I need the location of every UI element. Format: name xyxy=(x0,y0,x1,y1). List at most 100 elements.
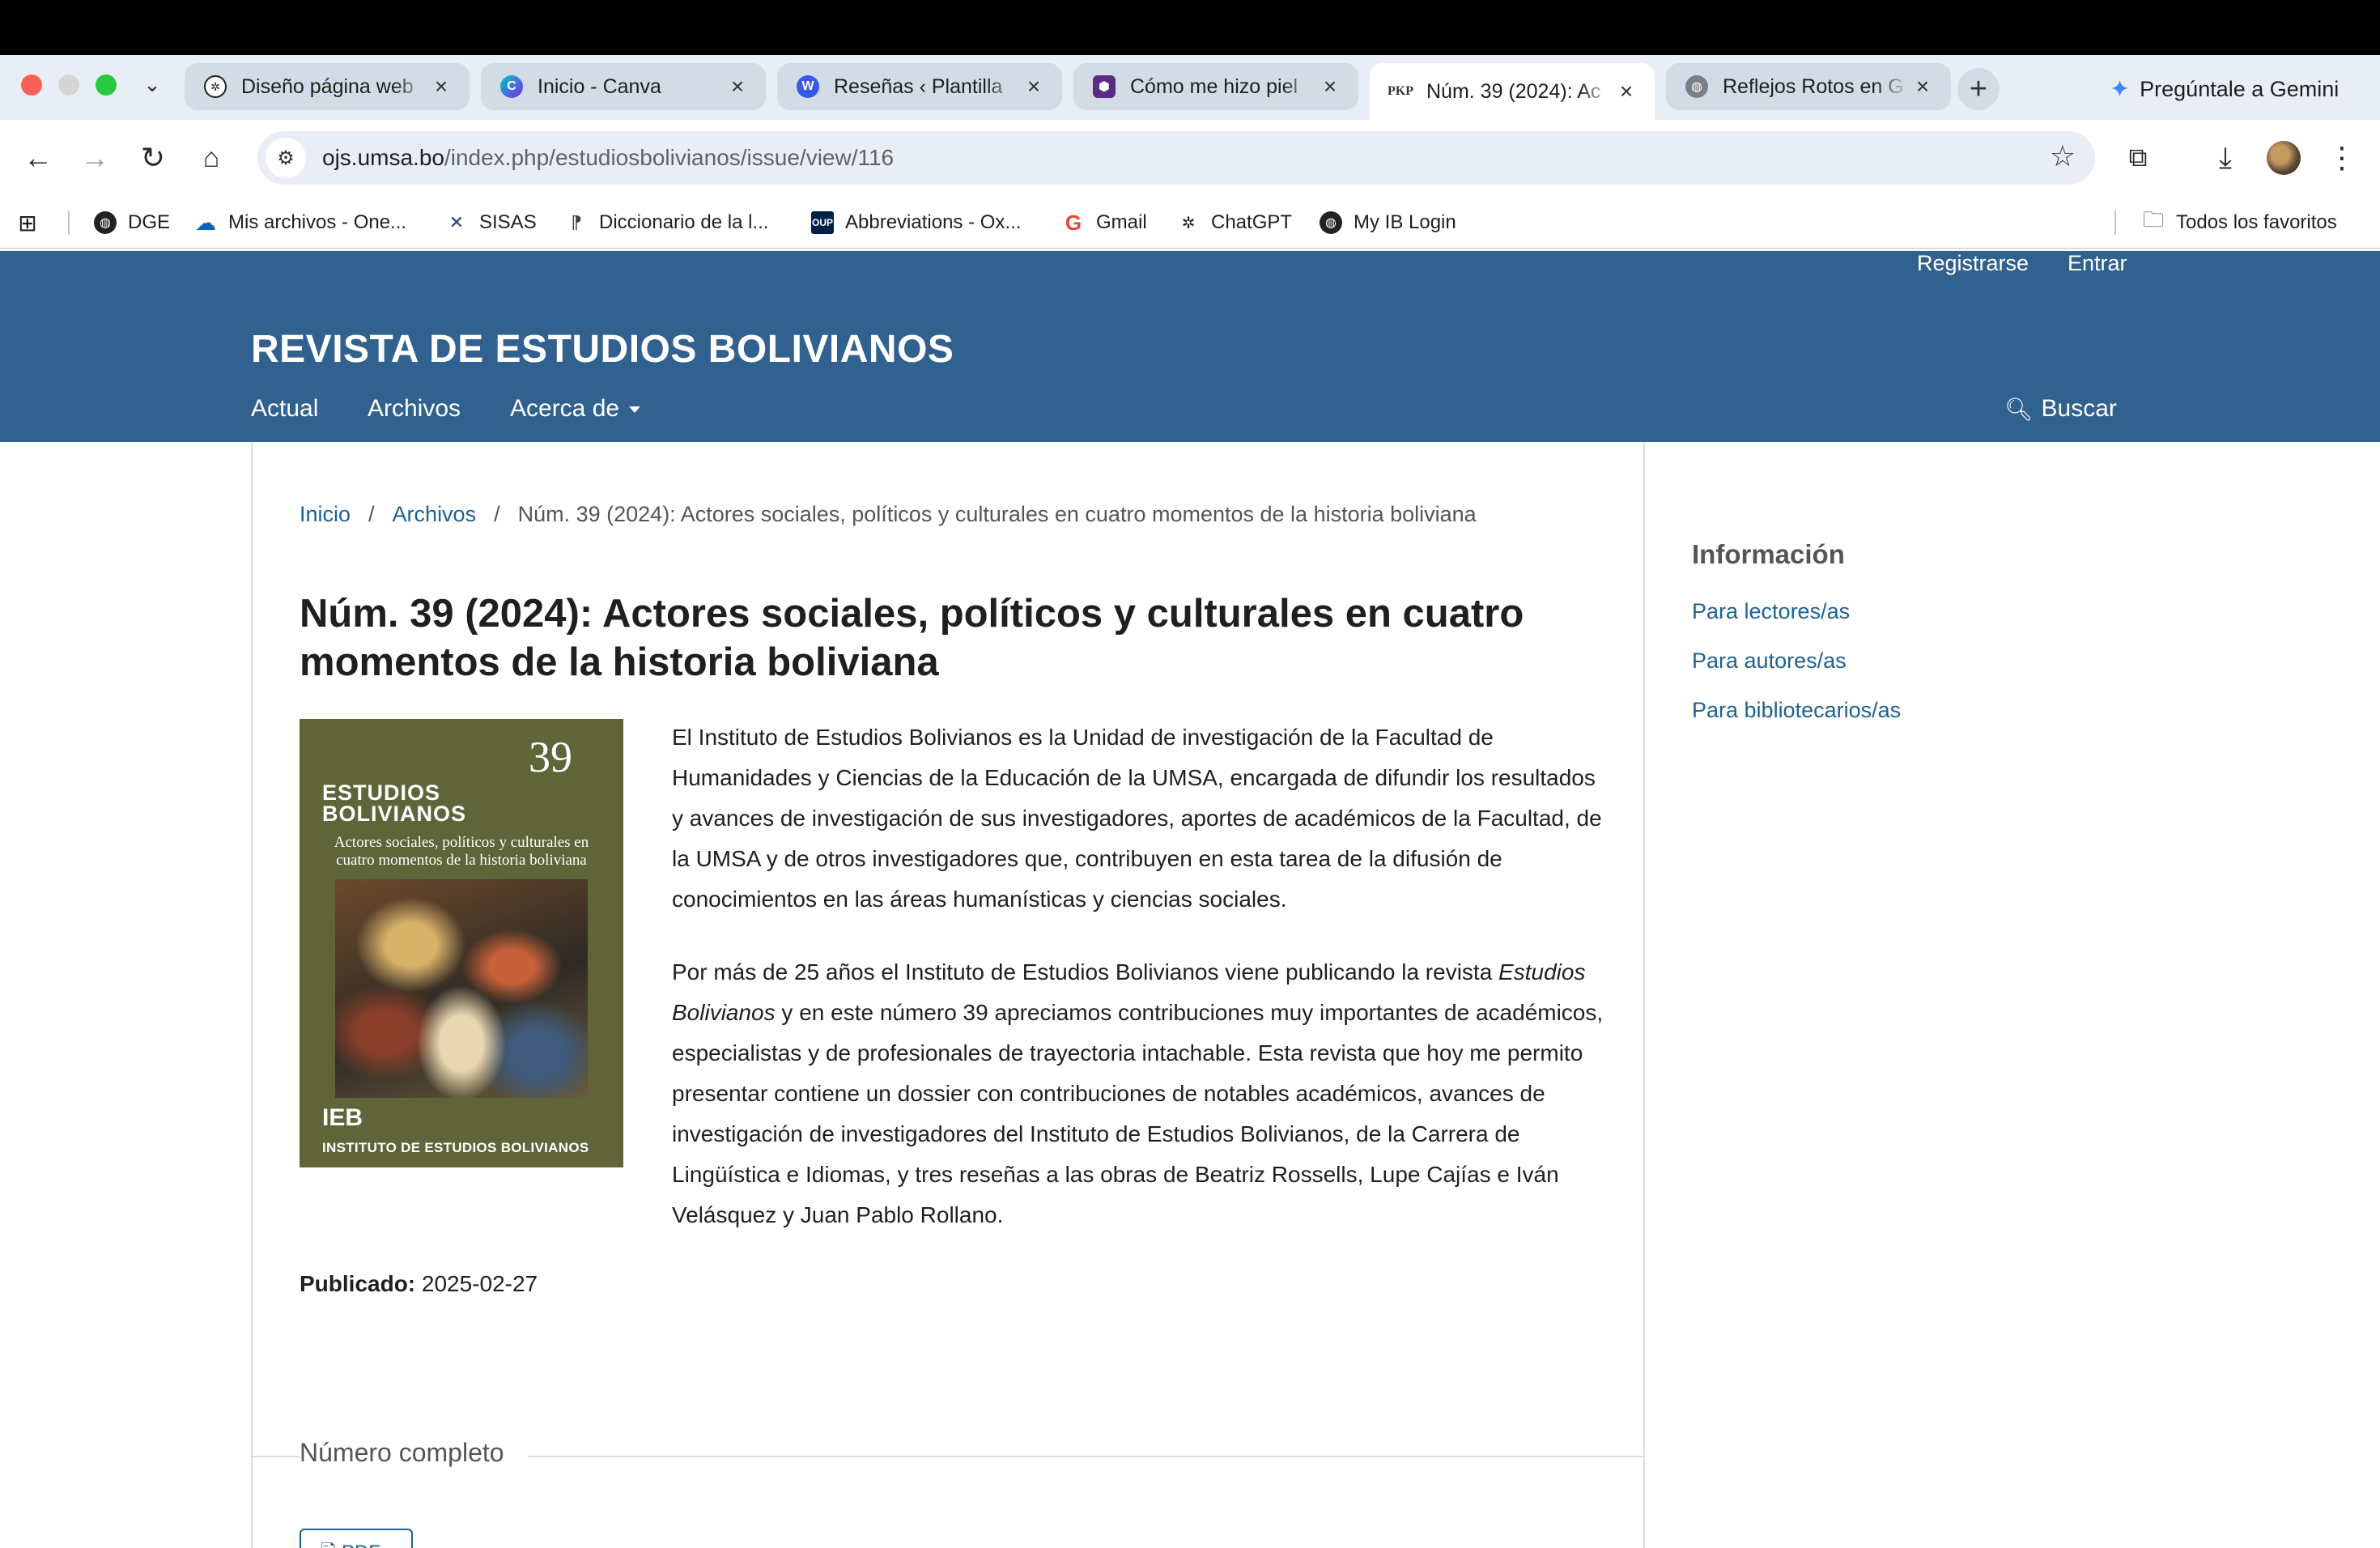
back-arrow-icon[interactable]: ← xyxy=(18,138,58,178)
tab-diseno[interactable]: ✲ Diseño página web × xyxy=(185,63,470,110)
bookmark-sisas[interactable]: ✕ SISAS xyxy=(445,207,537,238)
login-link[interactable]: Entrar xyxy=(2068,251,2127,276)
full-issue-heading: Número completo xyxy=(300,1438,529,1468)
gemini-button[interactable]: ✦ Pregúntale a Gemini xyxy=(2110,70,2339,108)
ieb-logo: IEB xyxy=(322,1104,363,1131)
rae-icon: ⁋ xyxy=(571,212,582,232)
bookmark-star-icon[interactable]: ☆ xyxy=(2050,139,2076,173)
sidebar-title: Información xyxy=(1692,539,1845,569)
breadcrumb-archives[interactable]: Archivos xyxy=(393,502,477,526)
tab-reflejos-rotos[interactable]: ◍ Reflejos Rotos en G × xyxy=(1666,63,1951,110)
window-minimize-button[interactable] xyxy=(58,74,79,96)
tab-title: Cómo me hizo piel xyxy=(1130,74,1298,98)
bookmark-gmail[interactable]: G Gmail xyxy=(1062,207,1147,238)
new-tab-button[interactable]: + xyxy=(1957,68,2000,110)
issue-description: El Instituto de Estudios Bolivianos es l… xyxy=(672,717,1611,1268)
more-menu-icon[interactable]: ⋮ xyxy=(2322,138,2362,178)
oup-icon: OUP xyxy=(811,211,834,234)
site-info-icon[interactable]: ⚙ xyxy=(266,138,306,178)
search-link[interactable]: 🔍︎ Buscar xyxy=(2004,395,2117,423)
gemini-sparkle-icon: ✦ xyxy=(2110,75,2131,103)
cover-artwork xyxy=(335,879,588,1098)
bookmark-abbreviations[interactable]: OUP Abbreviations - Ox... xyxy=(811,207,1021,238)
caret-down-icon xyxy=(629,406,641,414)
close-icon[interactable]: × xyxy=(1020,73,1048,100)
tab-num-39[interactable]: PKP Núm. 39 (2024): Ac × xyxy=(1370,63,1655,120)
site-header: Registrarse Entrar REVISTA DE ESTUDIOS B… xyxy=(0,251,2380,442)
pkp-icon: PKP xyxy=(1388,84,1413,98)
tab-title: Reseñas ‹ Plantilla xyxy=(834,74,1003,98)
tab-title: Inicio - Canva xyxy=(538,74,661,98)
sidebar-link-librarians[interactable]: Para bibliotecarios/as xyxy=(1692,698,1901,723)
globe-icon: ◍ xyxy=(94,211,117,234)
search-icon: 🔍︎ xyxy=(2004,396,2034,422)
browser-toolbar: ← → ↻ ⌂ ⚙ ojs.umsa.bo/index.php/estudios… xyxy=(0,120,2380,196)
issue-cover-image[interactable]: 39 ESTUDIOS BOLIVIANOS Actores sociales, … xyxy=(300,719,623,1167)
tab-resenas[interactable]: W Reseñas ‹ Plantilla × xyxy=(777,63,1062,110)
forward-arrow-icon[interactable]: → xyxy=(74,138,115,178)
bookmark-chatgpt[interactable]: ✲ ChatGPT xyxy=(1177,207,1292,238)
published-date: Publicado: 2025-02-27 xyxy=(300,1271,538,1296)
address-bar[interactable]: ⚙ ojs.umsa.bo/index.php/estudiosbolivian… xyxy=(257,131,2095,185)
close-icon[interactable]: × xyxy=(1909,73,1936,100)
cloud-icon: ☁ xyxy=(195,210,216,235)
openai-icon: ✲ xyxy=(204,75,227,98)
close-icon[interactable]: × xyxy=(427,73,455,100)
bookmark-onedrive[interactable]: ☁ Mis archivos - One... xyxy=(194,207,406,238)
hexagon-icon: ⬢ xyxy=(1093,75,1116,98)
tab-search-chevron-icon[interactable]: ⌄ xyxy=(138,70,167,99)
bookmark-diccionario[interactable]: ⁋ Diccionario de la l... xyxy=(565,207,768,238)
bookmark-my-ib-login[interactable]: ◍ My IB Login xyxy=(1320,207,1456,238)
download-icon[interactable]: ⤓ xyxy=(2205,138,2246,178)
issue-title: Núm. 39 (2024): Actores sociales, políti… xyxy=(300,592,1524,684)
window-zoom-button[interactable] xyxy=(96,74,117,96)
file-icon: 🗎 xyxy=(321,1542,336,1548)
os-top-bar xyxy=(0,0,2380,55)
gemini-label: Pregúntale a Gemini xyxy=(2140,76,2340,101)
globe-icon: ◍ xyxy=(1685,75,1708,98)
reload-icon[interactable]: ↻ xyxy=(133,138,173,178)
bookmarks-divider xyxy=(68,211,70,235)
openai-icon: ✲ xyxy=(1181,214,1196,232)
description-paragraph: Por más de 25 años el Instituto de Estud… xyxy=(672,959,1604,1227)
apps-grid-icon[interactable]: ⊞ xyxy=(16,207,39,238)
tab-title: Diseño página web xyxy=(241,74,414,98)
wordpress-icon: W xyxy=(797,75,819,98)
sisas-icon: ✕ xyxy=(448,212,465,232)
globe-icon: ◍ xyxy=(1320,211,1342,234)
home-icon[interactable]: ⌂ xyxy=(191,138,232,178)
breadcrumb-current: Núm. 39 (2024): Actores sociales, políti… xyxy=(517,502,1477,526)
bookmark-dge[interactable]: ◍ DGE xyxy=(94,207,170,238)
url-domain: ojs.umsa.bo xyxy=(322,145,444,170)
tab-como-me-hizo[interactable]: ⬢ Cómo me hizo piel × xyxy=(1073,63,1358,110)
register-link[interactable]: Registrarse xyxy=(1917,251,2029,276)
tab-title: Reflejos Rotos en G xyxy=(1723,74,1904,98)
nav-about[interactable]: Acerca de xyxy=(510,395,641,423)
url-text[interactable]: ojs.umsa.bo/index.php/estudiosbolivianos… xyxy=(322,145,894,171)
bookmarks-bar: ⊞ ◍ DGE ☁ Mis archivos - One... ✕ SISAS … xyxy=(0,196,2380,249)
profile-avatar[interactable] xyxy=(2267,141,2301,175)
all-bookmarks-folder[interactable]: 🗀 Todos los favoritos xyxy=(2142,207,2337,238)
window-close-button[interactable] xyxy=(21,74,42,96)
bookmarks-divider xyxy=(2114,211,2116,235)
pdf-button[interactable]: 🗎 PDF xyxy=(300,1529,413,1548)
breadcrumb-home[interactable]: Inicio xyxy=(300,502,351,526)
close-icon[interactable]: × xyxy=(724,73,751,100)
folder-icon: 🗀 xyxy=(2142,207,2164,232)
tab-canva[interactable]: C Inicio - Canva × xyxy=(481,63,766,110)
close-icon[interactable]: × xyxy=(1316,73,1344,100)
site-title[interactable]: REVISTA DE ESTUDIOS BOLIVIANOS xyxy=(251,327,954,372)
tab-title: Núm. 39 (2024): Ac xyxy=(1426,79,1601,103)
extensions-puzzle-icon[interactable]: ⧉ xyxy=(2118,138,2158,178)
breadcrumb: Inicio / Archivos / Núm. 39 (2024): Actores … xyxy=(300,502,1477,526)
description-paragraph: El Instituto de Estudios Bolivianos es l… xyxy=(672,725,1602,912)
url-path: /index.php/estudiosbolivianos/issue/view… xyxy=(444,145,895,170)
canva-icon: C xyxy=(500,75,523,98)
google-icon: G xyxy=(1065,210,1082,235)
nav-current[interactable]: Actual xyxy=(251,395,318,423)
browser-tab-strip: ⌄ ✲ Diseño página web × C Inicio - Canva… xyxy=(0,55,2380,120)
close-icon[interactable]: × xyxy=(1613,78,1640,105)
sidebar-link-readers[interactable]: Para lectores/as xyxy=(1692,599,1850,624)
sidebar-link-authors[interactable]: Para autores/as xyxy=(1692,649,1847,674)
nav-archives[interactable]: Archivos xyxy=(368,395,461,423)
